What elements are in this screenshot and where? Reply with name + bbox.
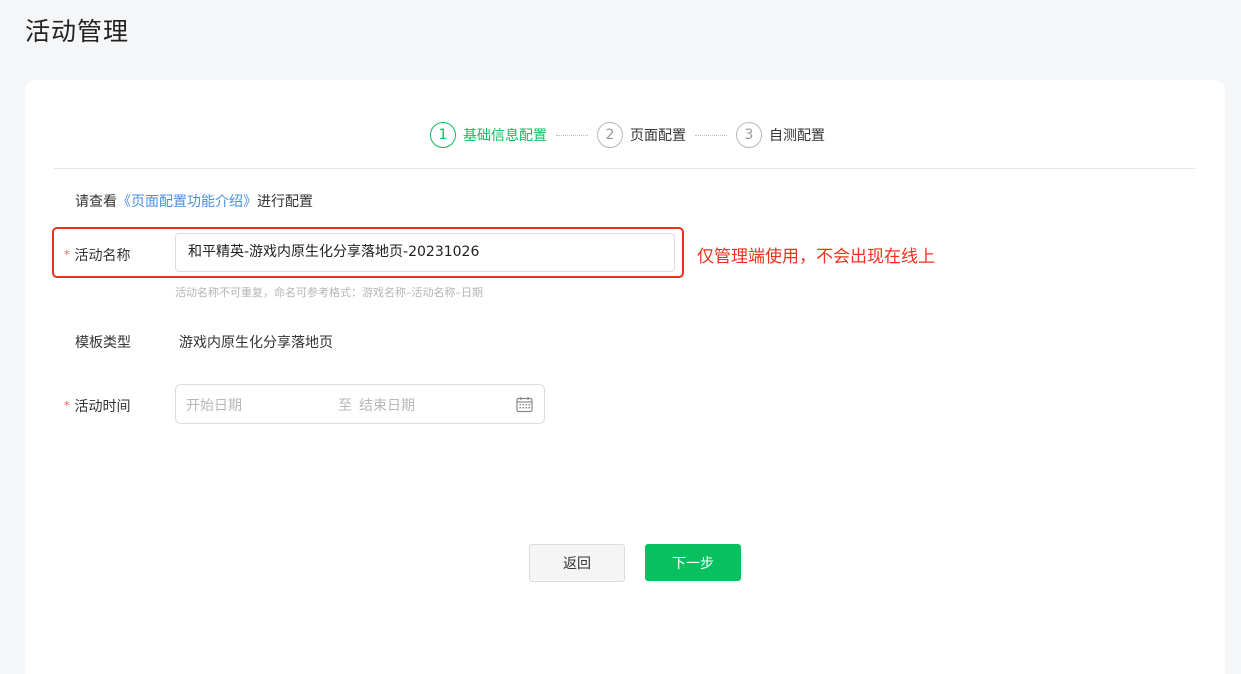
step-basic-info[interactable]: 1 基础信息配置 <box>430 122 547 148</box>
step-number: 2 <box>597 122 623 148</box>
template-type-label: 模板类型 <box>75 335 131 351</box>
date-range-picker[interactable]: 开始日期 至 结束日期 <box>175 384 545 424</box>
back-button[interactable]: 返回 <box>529 544 625 582</box>
activity-name-input[interactable]: 和平精英-游戏内原生化分享落地页-20231026 <box>175 233 675 272</box>
next-step-button[interactable]: 下一步 <box>645 544 741 581</box>
step-label: 自测配置 <box>769 128 825 144</box>
form-card: 1 基础信息配置 2 页面配置 3 自测配置 请查看《页面配置功能介绍》进行配置… <box>25 80 1225 674</box>
activity-time-label-text: 活动时间 <box>74 399 131 415</box>
activity-name-hint: 活动名称不可重复，命名可参考格式：游戏名称–活动名称–日期 <box>175 286 483 299</box>
step-label: 页面配置 <box>630 128 686 144</box>
intro-text: 请查看《页面配置功能介绍》进行配置 <box>75 191 313 211</box>
activity-time-label: * 活动时间 <box>64 396 131 416</box>
step-indicator: 1 基础信息配置 2 页面配置 3 自测配置 <box>430 122 825 148</box>
activity-name-label-text: 活动名称 <box>74 248 131 264</box>
step-page-config[interactable]: 2 页面配置 <box>597 122 686 148</box>
step-connector <box>556 134 588 136</box>
step-connector <box>695 134 727 136</box>
divider <box>54 168 1195 169</box>
date-range-separator: 至 <box>338 398 352 414</box>
required-mark: * <box>64 399 70 412</box>
step-number: 3 <box>736 122 762 148</box>
annotation-text: 仅管理端使用，不会出现在线上 <box>697 247 935 267</box>
step-number: 1 <box>430 122 456 148</box>
start-date-input[interactable]: 开始日期 <box>186 395 242 415</box>
activity-name-label: * 活动名称 <box>64 245 131 265</box>
step-label: 基础信息配置 <box>463 128 547 144</box>
end-date-input[interactable]: 结束日期 <box>359 395 415 415</box>
intro-prefix: 请查看 <box>75 194 117 210</box>
required-mark: * <box>64 248 70 261</box>
step-self-test-config[interactable]: 3 自测配置 <box>736 122 825 148</box>
template-type-value: 游戏内原生化分享落地页 <box>179 335 333 351</box>
intro-doc-link[interactable]: 《页面配置功能介绍》 <box>117 194 257 210</box>
intro-suffix: 进行配置 <box>257 194 313 210</box>
calendar-icon[interactable] <box>516 396 533 413</box>
page-title: 活动管理 <box>25 17 130 46</box>
